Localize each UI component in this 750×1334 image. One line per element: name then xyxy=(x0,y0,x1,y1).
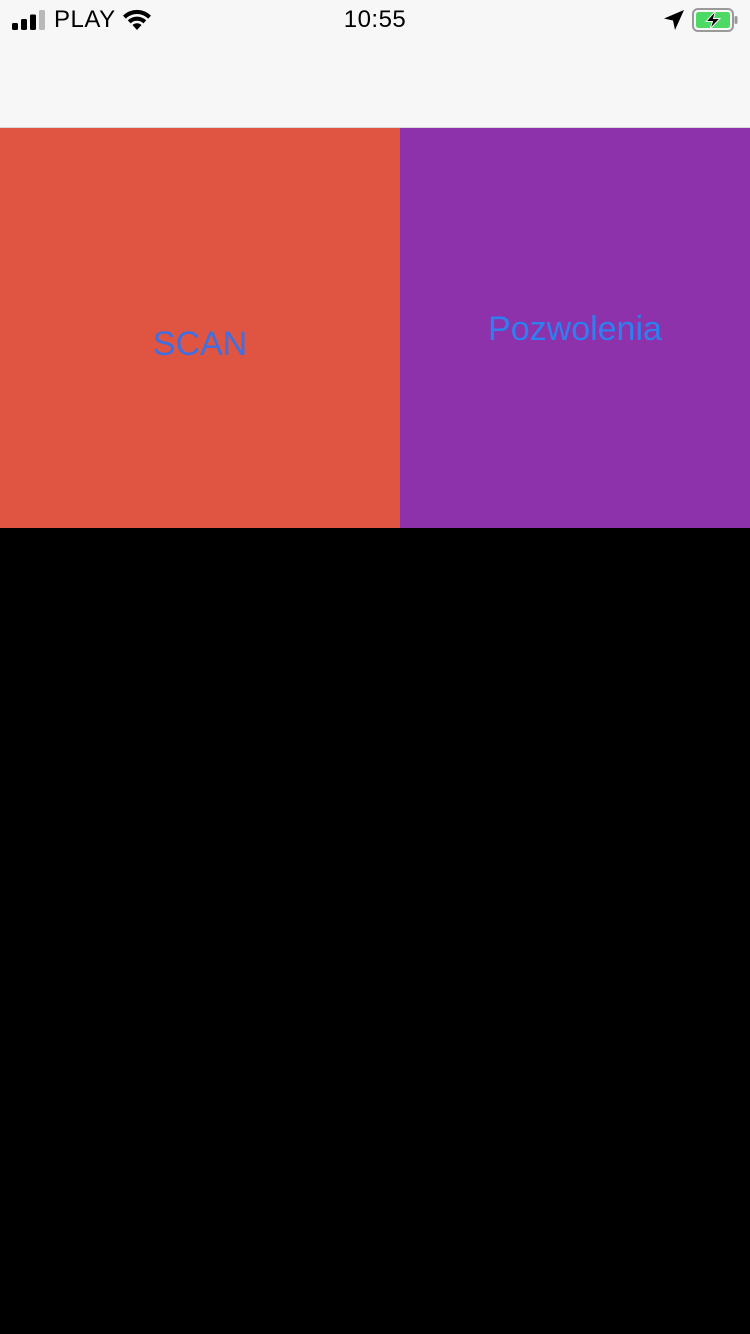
permissions-button[interactable]: Pozwolenia xyxy=(400,128,750,528)
clock-time: 10:55 xyxy=(343,6,407,33)
status-bar: PLAY 10:55 xyxy=(0,0,750,40)
scan-button[interactable]: SCAN xyxy=(0,128,400,528)
battery-charging-icon xyxy=(692,8,738,32)
permissions-button-label: Pozwolenia xyxy=(488,310,662,348)
navigation-bar xyxy=(0,40,750,128)
location-arrow-icon xyxy=(664,10,684,30)
scan-button-label: SCAN xyxy=(152,325,248,363)
app-screen: PLAY 10:55 SCAN Pozwolenia xyxy=(0,0,750,1334)
empty-content-area xyxy=(0,528,750,1334)
